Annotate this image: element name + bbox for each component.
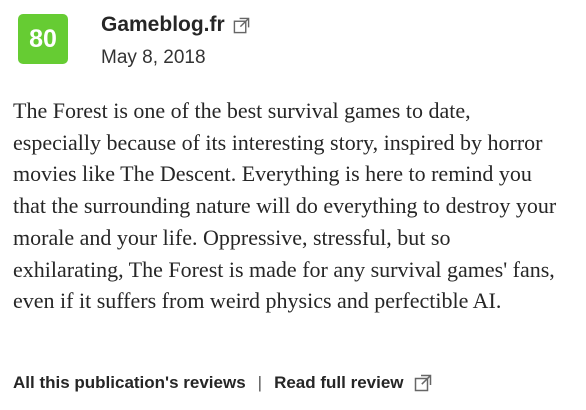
publication-name: Gameblog.fr	[101, 13, 225, 36]
external-link-icon	[414, 374, 432, 392]
review-header: 80 Gameblog.fr May 8, 2018	[0, 0, 586, 80]
read-full-review-label: Read full review	[274, 373, 404, 392]
all-publication-reviews-link[interactable]: All this publication's reviews	[13, 372, 246, 394]
read-full-review-link[interactable]: Read full review	[274, 372, 431, 394]
critic-review-card: 80 Gameblog.fr May 8, 2018 The Forest is…	[0, 0, 586, 410]
footer-separator: |	[257, 373, 263, 392]
review-text: The Forest is one of the best survival g…	[13, 98, 557, 314]
publication-link[interactable]: Gameblog.fr	[101, 11, 250, 39]
metascore-badge: 80	[18, 14, 68, 64]
review-footer: All this publication's reviews | Read fu…	[13, 372, 432, 394]
external-link-icon	[233, 17, 250, 34]
review-date: May 8, 2018	[101, 47, 206, 68]
